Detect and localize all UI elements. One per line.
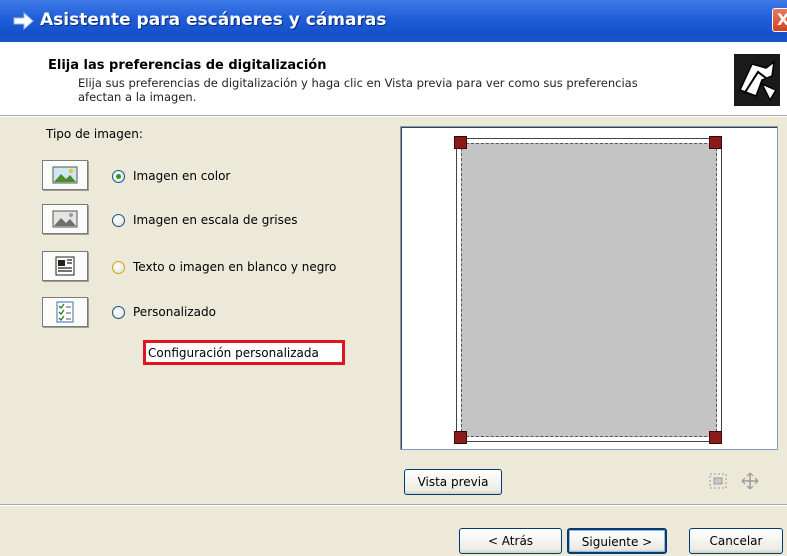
close-button[interactable]: X: [772, 8, 787, 32]
wizard-footer: [0, 506, 787, 556]
radio-button[interactable]: [112, 214, 125, 227]
wizard-header: Elija las preferencias de digitalización…: [0, 42, 787, 116]
header-title: Elija las preferencias de digitalización: [48, 58, 327, 73]
color-image-icon[interactable]: [42, 160, 88, 190]
image-type-label: Tipo de imagen:: [46, 127, 143, 141]
custom-settings-icon[interactable]: [42, 297, 88, 327]
scanner-wizard-icon: [734, 54, 780, 106]
wizard-arrow-icon: [13, 12, 34, 30]
back-button[interactable]: < Atrás: [459, 528, 562, 554]
zoom-to-selection-icon[interactable]: [706, 471, 730, 491]
selection-handle-bottom-right[interactable]: [709, 431, 722, 444]
radio-button[interactable]: [112, 306, 125, 319]
next-button[interactable]: Siguiente >: [567, 528, 667, 554]
radio-button[interactable]: [112, 170, 125, 183]
bw-text-icon[interactable]: [42, 251, 88, 281]
radio-label: Imagen en escala de grises: [133, 213, 298, 227]
preview-button[interactable]: Vista previa: [404, 469, 502, 495]
window-title: Asistente para escáneres y cámaras: [40, 10, 387, 30]
radio-selected-dot: [116, 174, 121, 179]
radio-label: Texto o imagen en blanco y negro: [133, 260, 337, 274]
title-bar: Asistente para escáneres y cámaras X: [0, 0, 787, 42]
radio-label: Personalizado: [133, 305, 216, 319]
radio-button[interactable]: [112, 261, 125, 274]
selection-handle-top-right[interactable]: [709, 136, 722, 149]
grayscale-image-icon[interactable]: [42, 204, 88, 234]
cancel-button[interactable]: Cancelar: [689, 528, 783, 554]
custom-settings-link[interactable]: Configuración personalizada: [143, 340, 345, 365]
scan-selection-area[interactable]: [461, 143, 717, 437]
selection-handle-top-left[interactable]: [454, 136, 467, 149]
radio-label: Imagen en color: [133, 169, 231, 183]
fit-preview-icon[interactable]: [738, 471, 762, 491]
header-description: Elija sus preferencias de digitalización…: [78, 76, 638, 104]
selection-handle-bottom-left[interactable]: [454, 431, 467, 444]
